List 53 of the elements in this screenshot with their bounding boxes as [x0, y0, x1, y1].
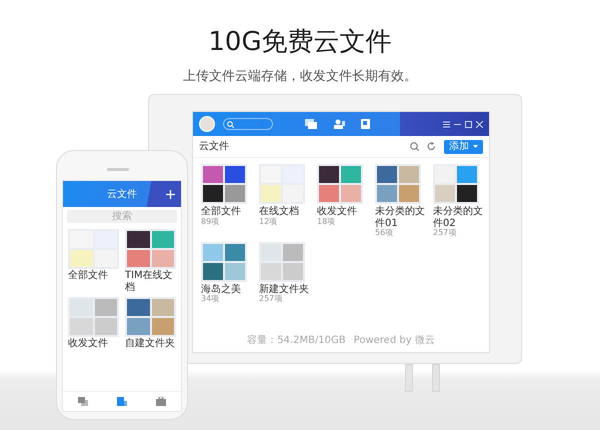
close-icon[interactable] [476, 120, 483, 128]
search-icon [227, 120, 234, 128]
storage-usage: 容量：54.2MB/10GB [247, 334, 346, 348]
caret-icon [473, 145, 478, 148]
photo-collage [259, 164, 305, 204]
phone-title: 云文件 [107, 188, 137, 202]
item-count: 257项 [259, 295, 284, 304]
page-heading: 云文件 [199, 140, 229, 154]
maximize-icon[interactable] [465, 120, 472, 128]
add-button[interactable]: 添加 [444, 140, 483, 154]
briefcase-icon[interactable] [156, 397, 166, 406]
item-count: 56项 [375, 229, 394, 238]
avatar [199, 116, 215, 132]
phone-speaker [107, 168, 129, 171]
folder-name[interactable]: 自建文件夹 [125, 338, 176, 350]
photo-collage [68, 229, 119, 269]
page-title: 10G免费云文件 [207, 26, 393, 57]
page-subtitle: 上传文件云端存储，收发文件长期有效。 [182, 68, 418, 86]
powered-by-text: Powered by 微云 [354, 334, 435, 348]
photo-collage [433, 164, 479, 204]
folder-name[interactable]: 在线文档 [259, 206, 311, 218]
search-icon[interactable] [410, 142, 419, 151]
item-count: 89项 [201, 218, 220, 226]
folder-name[interactable]: 未分类的文件02 [433, 206, 485, 229]
plus-icon[interactable] [166, 190, 175, 199]
document-icon[interactable] [361, 119, 371, 129]
item-count: 257项 [433, 229, 458, 238]
folder-icon[interactable] [116, 397, 127, 406]
photo-collage [375, 164, 421, 204]
item-count: 18项 [317, 218, 336, 226]
folder-name[interactable]: 收发文件 [317, 206, 369, 218]
folder-name[interactable]: 未分类的文件01 [375, 206, 427, 229]
photo-collage [259, 242, 305, 282]
item-count: 34项 [201, 295, 220, 304]
photo-collage [125, 229, 176, 269]
photo-collage [68, 297, 119, 337]
photo-collage [317, 164, 363, 204]
item-count: 12项 [259, 218, 278, 226]
chat-icon[interactable] [305, 119, 317, 129]
photo-collage [125, 297, 176, 337]
chat-icon[interactable] [78, 397, 88, 406]
folder-name[interactable]: TIM在线文档 [125, 270, 176, 293]
contacts-icon[interactable] [333, 119, 345, 129]
folder-name[interactable]: 全部文件 [68, 270, 119, 282]
folder-name[interactable]: 收发文件 [68, 338, 119, 350]
refresh-icon[interactable] [427, 142, 436, 151]
menu-icon[interactable] [443, 120, 450, 128]
photo-collage [201, 164, 247, 204]
photo-collage [201, 242, 247, 282]
folder-name[interactable]: 全部文件 [201, 206, 253, 218]
search-field[interactable] [223, 118, 273, 130]
folder-name[interactable]: 新建文件夹 [259, 284, 311, 296]
folder-name[interactable]: 海岛之美 [201, 284, 253, 296]
